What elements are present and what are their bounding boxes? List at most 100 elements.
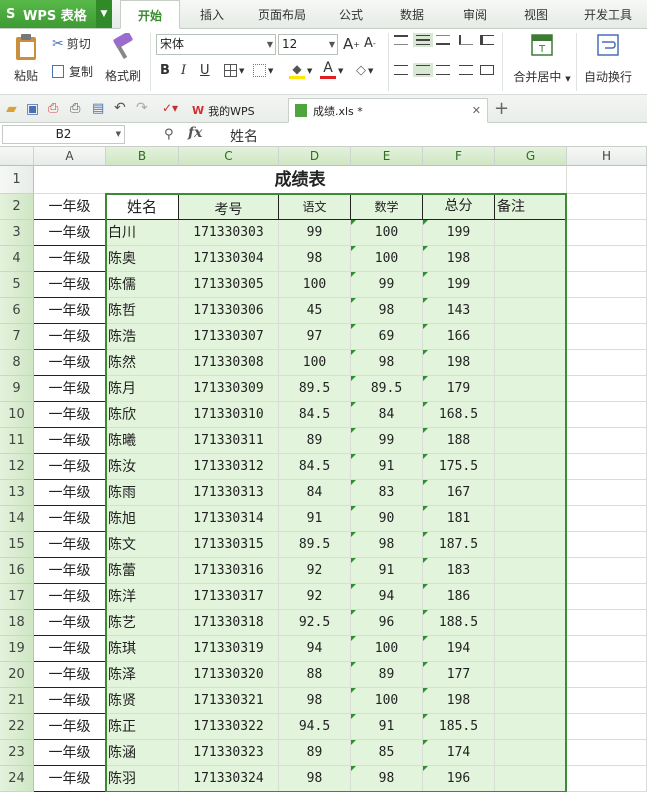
underline-button[interactable]: U [200, 63, 210, 78]
name-cell[interactable]: 陈蕾 [106, 558, 179, 584]
name-cell[interactable]: 陈然 [106, 350, 179, 376]
total-score-cell[interactable]: 198 [423, 350, 495, 376]
total-score-cell[interactable]: 199 [423, 220, 495, 246]
grade-cell[interactable]: 一年级 [34, 298, 106, 324]
tab-view[interactable]: 视图 [511, 0, 561, 29]
exam-number-cell[interactable]: 171330322 [179, 714, 279, 740]
total-score-cell[interactable]: 187.5 [423, 532, 495, 558]
math-score-cell[interactable]: 89.5 [351, 376, 423, 402]
redo-icon[interactable]: ↷ [136, 100, 148, 116]
tab-home[interactable]: 开始 [120, 0, 180, 29]
math-score-cell[interactable]: 91 [351, 558, 423, 584]
undo-icon[interactable]: ↶ [114, 100, 126, 116]
remarks-cell[interactable] [495, 220, 567, 246]
math-score-cell[interactable]: 91 [351, 714, 423, 740]
row-header-21[interactable]: 21 [0, 688, 34, 714]
grade-cell[interactable]: 一年级 [34, 636, 106, 662]
exam-number-cell[interactable]: 171330319 [179, 636, 279, 662]
grade-cell[interactable]: 一年级 [34, 246, 106, 272]
open-folder-icon[interactable]: ▰ [6, 101, 17, 117]
cell[interactable] [567, 402, 647, 428]
chinese-score-cell[interactable]: 88 [279, 662, 351, 688]
cell[interactable] [567, 610, 647, 636]
math-score-cell[interactable]: 69 [351, 324, 423, 350]
row-header-24[interactable]: 24 [0, 766, 34, 792]
cell[interactable] [567, 766, 647, 792]
math-score-cell[interactable]: 99 [351, 428, 423, 454]
remarks-cell[interactable] [495, 272, 567, 298]
remarks-cell[interactable] [495, 376, 567, 402]
column-header-g[interactable]: G [495, 147, 567, 166]
name-cell[interactable]: 陈奥 [106, 246, 179, 272]
grade-cell[interactable]: 一年级 [34, 714, 106, 740]
remarks-cell[interactable] [495, 506, 567, 532]
tab-developer[interactable]: 开发工具 [575, 0, 641, 29]
name-cell[interactable]: 陈泽 [106, 662, 179, 688]
total-score-cell[interactable]: 196 [423, 766, 495, 792]
align-right-button[interactable] [436, 65, 450, 75]
chevron-down-icon[interactable]: ▼ [307, 67, 312, 75]
chevron-down-icon[interactable]: ▼ [338, 67, 343, 75]
grade-cell[interactable]: 一年级 [34, 662, 106, 688]
name-cell[interactable]: 陈雨 [106, 480, 179, 506]
cell[interactable] [567, 376, 647, 402]
font-size-select[interactable]: 12 ▼ [278, 34, 338, 55]
justify-button[interactable] [459, 65, 473, 75]
wrap-text-button[interactable]: 自动换行 [580, 33, 636, 85]
math-score-cell[interactable]: 85 [351, 740, 423, 766]
chinese-score-cell[interactable]: 92 [279, 558, 351, 584]
row-header-18[interactable]: 18 [0, 610, 34, 636]
name-cell[interactable]: 陈琪 [106, 636, 179, 662]
name-cell[interactable]: 陈涵 [106, 740, 179, 766]
tab-data[interactable]: 数据 [387, 0, 437, 29]
row-header-7[interactable]: 7 [0, 324, 34, 350]
grade-cell[interactable]: 一年级 [34, 402, 106, 428]
remarks-cell[interactable] [495, 324, 567, 350]
total-score-cell[interactable]: 175.5 [423, 454, 495, 480]
chinese-score-cell[interactable]: 94.5 [279, 714, 351, 740]
chinese-score-cell[interactable]: 92 [279, 584, 351, 610]
cell[interactable] [567, 220, 647, 246]
cell[interactable] [567, 714, 647, 740]
clear-format-button[interactable]: ◇ ▼ [356, 63, 373, 78]
total-score-cell[interactable]: 177 [423, 662, 495, 688]
row-header-8[interactable]: 8 [0, 350, 34, 376]
column-header-h[interactable]: H [567, 147, 647, 166]
header-total[interactable]: 总分 [423, 194, 495, 220]
row-header-15[interactable]: 15 [0, 532, 34, 558]
remarks-cell[interactable] [495, 584, 567, 610]
exam-number-cell[interactable]: 171330311 [179, 428, 279, 454]
chinese-score-cell[interactable]: 94 [279, 636, 351, 662]
print-icon[interactable]: ⎙ [70, 101, 80, 116]
fx-icon[interactable]: fx [188, 125, 202, 141]
decrease-font-button[interactable]: A- [364, 36, 376, 51]
exam-number-cell[interactable]: 171330316 [179, 558, 279, 584]
remarks-cell[interactable] [495, 636, 567, 662]
chinese-score-cell[interactable]: 89 [279, 740, 351, 766]
grade-cell[interactable]: 一年级 [34, 272, 106, 298]
tab-insert[interactable]: 插入 [186, 0, 238, 29]
cell[interactable] [567, 480, 647, 506]
math-score-cell[interactable]: 83 [351, 480, 423, 506]
wps-app-menu-button[interactable]: S WPS 表格 ▼ [0, 0, 112, 28]
math-score-cell[interactable]: 99 [351, 272, 423, 298]
chinese-score-cell[interactable]: 91 [279, 506, 351, 532]
borders-button[interactable]: ▼ [224, 64, 244, 77]
align-center-button[interactable] [413, 63, 433, 77]
row-header-16[interactable]: 16 [0, 558, 34, 584]
grade-cell[interactable]: 一年级 [34, 610, 106, 636]
distribute-button[interactable] [480, 65, 494, 75]
math-score-cell[interactable]: 96 [351, 610, 423, 636]
remarks-cell[interactable] [495, 688, 567, 714]
exam-number-cell[interactable]: 171330313 [179, 480, 279, 506]
name-cell[interactable]: 白川 [106, 220, 179, 246]
italic-button[interactable]: I [181, 63, 186, 78]
name-cell[interactable]: 陈汝 [106, 454, 179, 480]
align-bottom-button[interactable] [436, 35, 450, 45]
copy-button[interactable]: 复制 [52, 63, 93, 80]
math-score-cell[interactable]: 100 [351, 688, 423, 714]
grade-cell[interactable]: 一年级 [34, 194, 106, 220]
header-chinese[interactable]: 语文 [279, 194, 351, 220]
total-score-cell[interactable]: 188.5 [423, 610, 495, 636]
chevron-down-icon[interactable]: ▼ [96, 0, 112, 28]
